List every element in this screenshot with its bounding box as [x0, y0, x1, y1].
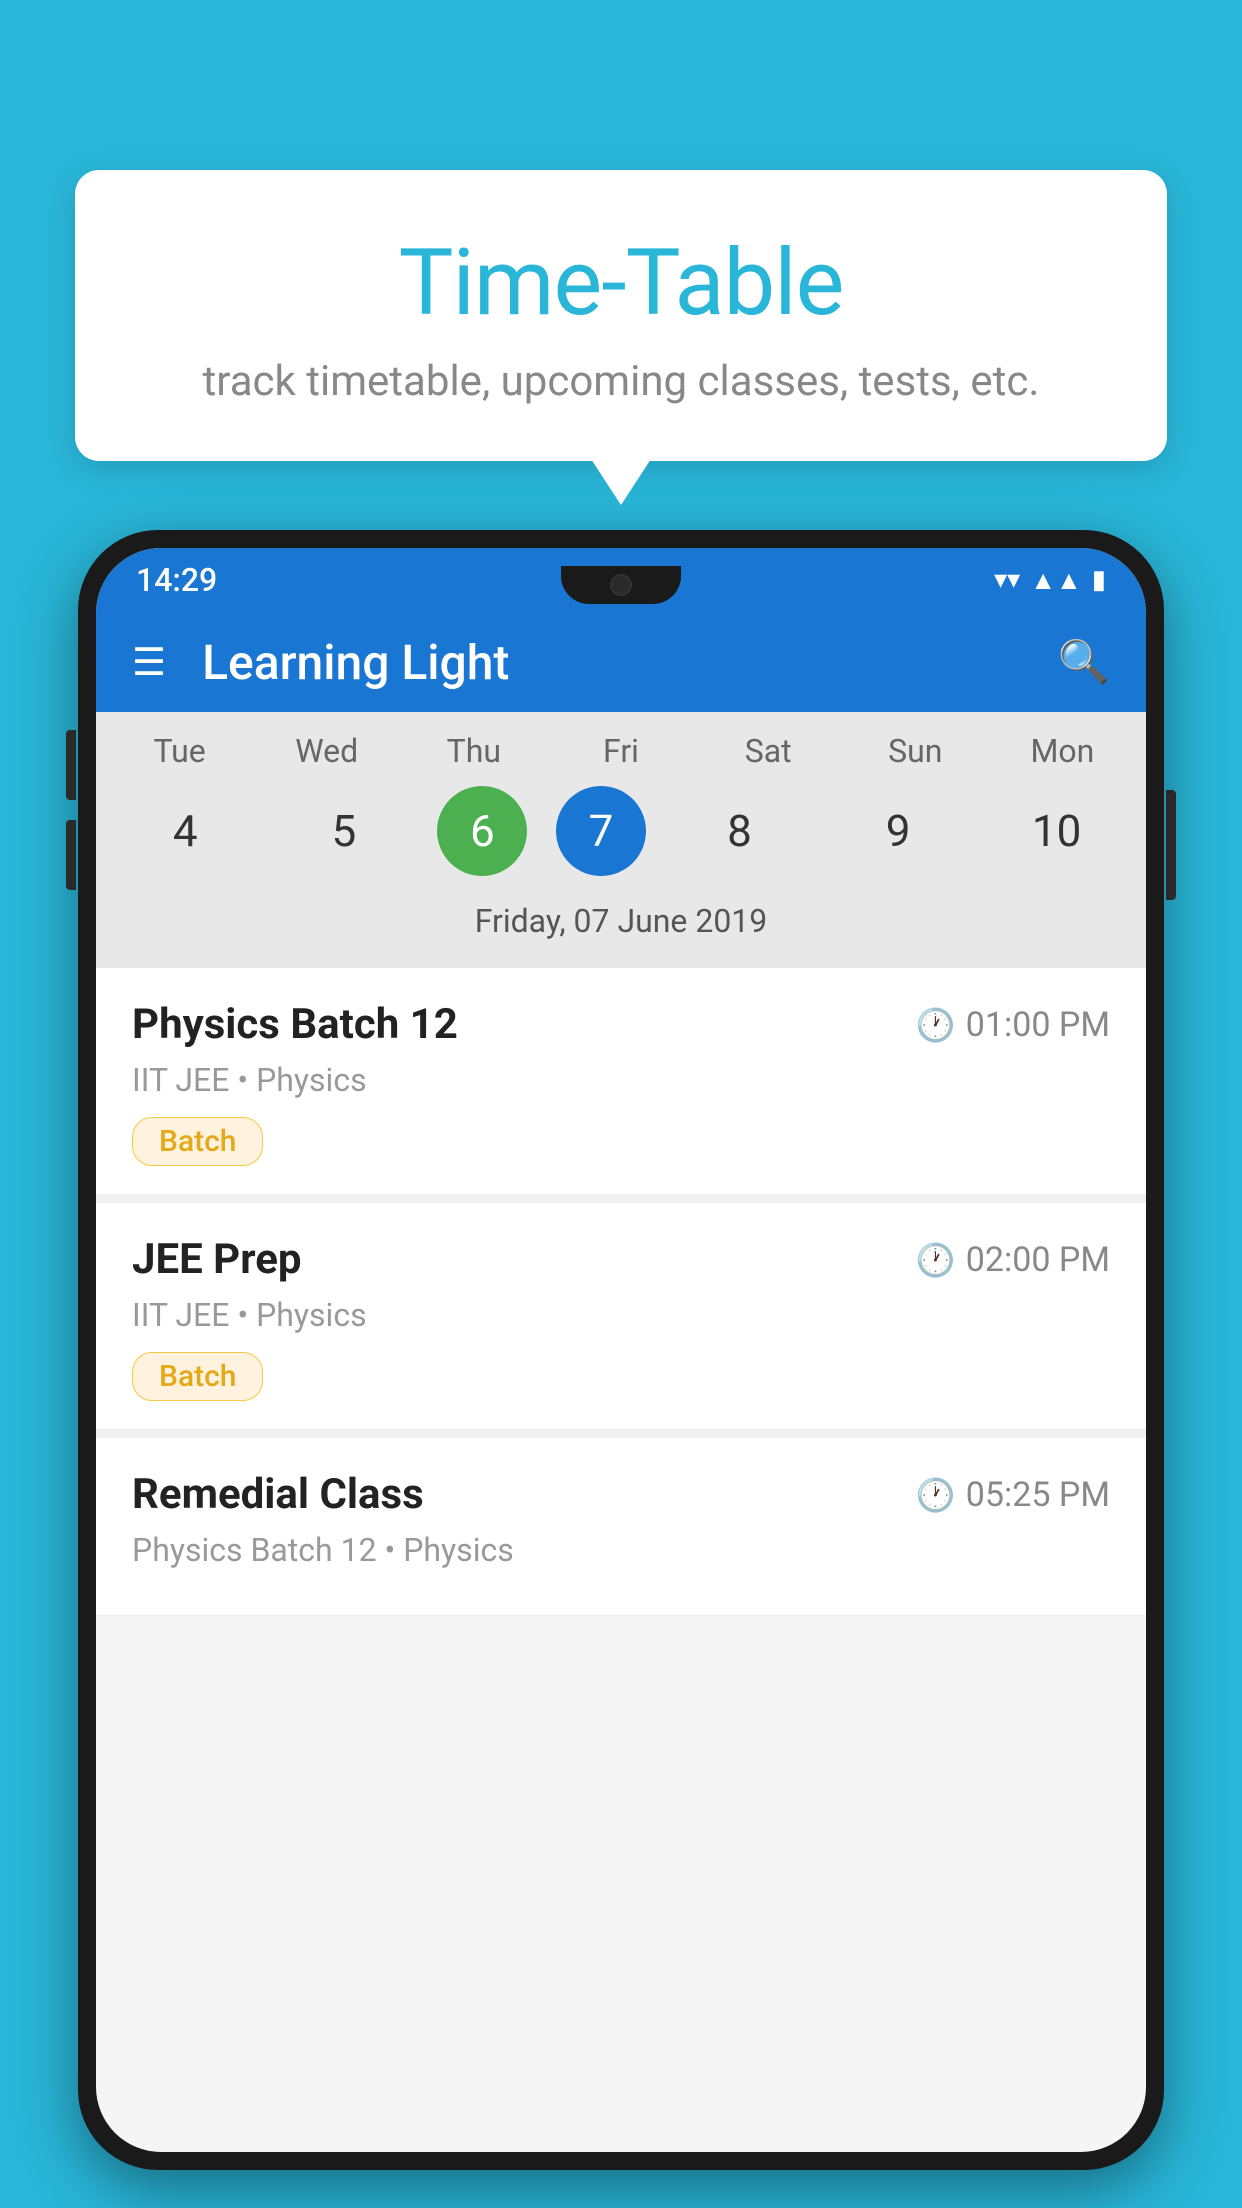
schedule-item-3-time-text: 05:25 PM [966, 1475, 1110, 1515]
day-5[interactable]: 5 [279, 786, 409, 876]
day-header-sun: Sun [850, 732, 980, 770]
day-9[interactable]: 9 [833, 786, 963, 876]
divider-1 [96, 1195, 1146, 1203]
volume-down-button [66, 820, 76, 890]
status-time: 14:29 [136, 561, 217, 599]
clock-icon-3: 🕐 [916, 1476, 956, 1514]
schedule-item-2[interactable]: JEE Prep 🕐 02:00 PM IIT JEE • Physics Ba… [96, 1203, 1146, 1430]
speech-bubble-container: Time-Table track timetable, upcoming cla… [75, 170, 1167, 461]
schedule-item-1-time-text: 01:00 PM [966, 1005, 1110, 1045]
schedule-item-2-subtitle: IIT JEE • Physics [132, 1296, 1110, 1334]
schedule-item-1[interactable]: Physics Batch 12 🕐 01:00 PM IIT JEE • Ph… [96, 968, 1146, 1195]
schedule-item-1-title: Physics Batch 12 [132, 1000, 458, 1049]
day-header-fri: Fri [556, 732, 686, 770]
hamburger-icon[interactable]: ☰ [132, 640, 166, 685]
battery-icon: ▮ [1092, 565, 1106, 595]
calendar-strip: Tue Wed Thu Fri Sat Sun Mon 4 5 6 7 8 9 … [96, 712, 1146, 968]
speech-bubble: Time-Table track timetable, upcoming cla… [75, 170, 1167, 461]
schedule-item-2-time-text: 02:00 PM [966, 1240, 1110, 1280]
page-title: Time-Table [125, 230, 1117, 337]
day-numbers: 4 5 6 7 8 9 10 [106, 786, 1136, 876]
day-7-selected[interactable]: 7 [556, 786, 646, 876]
status-icons: ▾▾ ▲▲ ▮ [994, 565, 1106, 596]
schedule-item-3[interactable]: Remedial Class 🕐 05:25 PM Physics Batch … [96, 1438, 1146, 1616]
day-header-mon: Mon [997, 732, 1127, 770]
day-header-wed: Wed [262, 732, 392, 770]
schedule-item-3-header: Remedial Class 🕐 05:25 PM [132, 1470, 1110, 1519]
wifi-icon: ▾▾ [994, 565, 1020, 595]
schedule-item-3-title: Remedial Class [132, 1470, 424, 1519]
phone-screen: 14:29 ▾▾ ▲▲ ▮ ☰ Learning Light 🔍 Tue Wed… [96, 548, 1146, 2152]
divider-2 [96, 1430, 1146, 1438]
app-title: Learning Light [202, 634, 1058, 691]
volume-up-button [66, 730, 76, 800]
phone-mockup: 14:29 ▾▾ ▲▲ ▮ ☰ Learning Light 🔍 Tue Wed… [78, 530, 1164, 2208]
day-10[interactable]: 10 [992, 786, 1122, 876]
phone-outer: 14:29 ▾▾ ▲▲ ▮ ☰ Learning Light 🔍 Tue Wed… [78, 530, 1164, 2170]
page-subtitle: track timetable, upcoming classes, tests… [125, 357, 1117, 406]
phone-notch [561, 566, 681, 604]
day-8[interactable]: 8 [675, 786, 805, 876]
front-camera [610, 574, 632, 596]
schedule-list: Physics Batch 12 🕐 01:00 PM IIT JEE • Ph… [96, 968, 1146, 1616]
day-6-today[interactable]: 6 [437, 786, 527, 876]
batch-badge-2: Batch [132, 1352, 263, 1401]
day-headers: Tue Wed Thu Fri Sat Sun Mon [106, 732, 1136, 770]
day-header-tue: Tue [115, 732, 245, 770]
power-button [1166, 790, 1176, 900]
day-header-thu: Thu [409, 732, 539, 770]
schedule-item-3-subtitle: Physics Batch 12 • Physics [132, 1531, 1110, 1569]
schedule-item-2-time: 🕐 02:00 PM [916, 1240, 1110, 1280]
schedule-item-3-time: 🕐 05:25 PM [916, 1475, 1110, 1515]
day-4[interactable]: 4 [120, 786, 250, 876]
selected-date: Friday, 07 June 2019 [106, 894, 1136, 958]
clock-icon-2: 🕐 [916, 1241, 956, 1279]
schedule-item-1-header: Physics Batch 12 🕐 01:00 PM [132, 1000, 1110, 1049]
schedule-item-1-time: 🕐 01:00 PM [916, 1005, 1110, 1045]
schedule-item-2-title: JEE Prep [132, 1235, 302, 1284]
search-icon[interactable]: 🔍 [1058, 638, 1110, 687]
day-header-sat: Sat [703, 732, 833, 770]
schedule-item-2-header: JEE Prep 🕐 02:00 PM [132, 1235, 1110, 1284]
schedule-item-1-subtitle: IIT JEE • Physics [132, 1061, 1110, 1099]
signal-icon: ▲▲ [1030, 565, 1081, 596]
app-bar: ☰ Learning Light 🔍 [96, 612, 1146, 712]
clock-icon-1: 🕐 [916, 1006, 956, 1044]
batch-badge-1: Batch [132, 1117, 263, 1166]
